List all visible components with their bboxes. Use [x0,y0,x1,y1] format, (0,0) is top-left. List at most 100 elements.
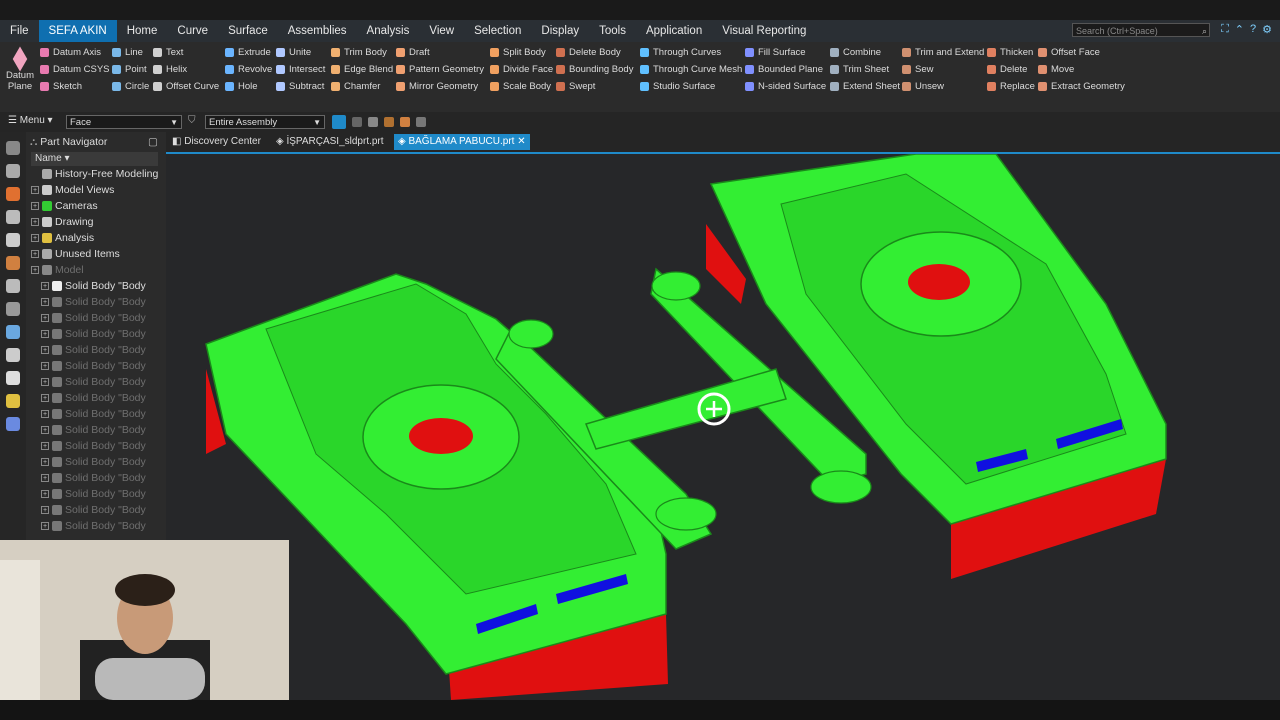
datum-axis-button[interactable]: Datum Axis [40,44,110,61]
expand-icon[interactable]: + [41,506,49,514]
expand-icon[interactable]: + [41,362,49,370]
expand-icon[interactable]: + [41,522,49,530]
solid-body-row[interactable]: + Solid Body "Body [31,502,166,518]
expand-icon[interactable]: + [41,474,49,482]
constraints-icon[interactable] [6,371,20,385]
expand-icon[interactable]: + [41,442,49,450]
solid-body-row[interactable]: + Solid Body "Body [31,278,166,294]
offset-curve-button[interactable]: Offset Curve [153,78,219,95]
split-body-button[interactable]: Split Body [490,44,553,61]
snap-toggle-icon[interactable] [332,115,346,129]
n-sided-surface-button[interactable]: N-sided Surface [745,78,826,95]
expand-icon[interactable]: + [31,202,39,210]
offset-face-button[interactable]: Offset Face [1038,44,1125,61]
helix-button[interactable]: Helix [153,61,219,78]
solid-body-row[interactable]: + Solid Body "Body [31,358,166,374]
filter-icon[interactable]: ⛉ [188,115,196,126]
scale-body-button[interactable]: Scale Body [490,78,553,95]
clock-icon[interactable] [6,348,20,362]
solid-body-row[interactable]: + Solid Body "Body [31,374,166,390]
history-icon[interactable] [6,233,20,247]
web-icon[interactable] [6,279,20,293]
roles-icon[interactable] [6,210,20,224]
fill-surface-button[interactable]: Fill Surface [745,44,826,61]
expand-icon[interactable]: + [41,282,49,290]
text-button[interactable]: Text [153,44,219,61]
expand-icon[interactable]: + [41,394,49,402]
bounding-body-button[interactable]: Bounding Body [556,61,633,78]
divide-face-button[interactable]: Divide Face [490,61,553,78]
help-icon[interactable]: ? [1250,23,1256,36]
menu-item-view[interactable]: View [419,20,464,42]
menu-item-curve[interactable]: Curve [167,20,218,42]
replace-button[interactable]: Replace [987,78,1035,95]
pattern-geometry-button[interactable]: Pattern Geometry [396,61,484,78]
select-all-icon[interactable] [400,117,410,127]
menu-item-visual-reporting[interactable]: Visual Reporting [712,20,816,42]
expand-icon[interactable]: + [41,346,49,354]
revolve-button[interactable]: Revolve [225,61,272,78]
point-button[interactable]: Point [112,61,149,78]
tree-node-unused-items[interactable]: + Unused Items [31,246,166,262]
menu-item-surface[interactable]: Surface [218,20,278,42]
solid-body-row[interactable]: + Solid Body "Body [31,406,166,422]
trim-body-button[interactable]: Trim Body [331,44,393,61]
solid-body-row[interactable]: + Solid Body "Body [31,422,166,438]
solid-body-row[interactable]: + Solid Body "Body [31,326,166,342]
through-curves-button[interactable]: Through Curves [640,44,742,61]
expand-icon[interactable]: + [41,298,49,306]
hole-button[interactable]: Hole [225,78,272,95]
delete-button[interactable]: Delete [987,61,1035,78]
tree-node-history-free-modeling[interactable]: +History-Free Modeling [31,166,166,182]
delete-body-button[interactable]: Delete Body [556,44,633,61]
browser-icon[interactable] [6,325,20,339]
edge-blend-button[interactable]: Edge Blend [331,61,393,78]
unite-button[interactable]: Unite [276,44,325,61]
menu-item-analysis[interactable]: Analysis [357,20,420,42]
expand-icon[interactable]: + [41,330,49,338]
expand-icon[interactable]: + [41,410,49,418]
fullscreen-icon[interactable]: ⛶ [1221,23,1229,36]
quick-pick-icon[interactable] [384,117,394,127]
menu-item-display[interactable]: Display [531,20,589,42]
menu-item-file[interactable]: File [0,20,39,42]
draft-button[interactable]: Draft [396,44,484,61]
solid-body-row[interactable]: + Solid Body "Body [31,294,166,310]
datum-csys-button[interactable]: Datum CSYS [40,61,110,78]
selection-scope-dropdown[interactable]: Entire Assembly ▼ [205,115,325,129]
extract-geometry-button[interactable]: Extract Geometry [1038,78,1125,95]
solid-body-row[interactable]: + Solid Body "Body [31,518,166,534]
settings-icon[interactable]: ⚙ [1262,23,1272,36]
extend-sheet-button[interactable]: Extend Sheet [830,78,900,95]
expand-icon[interactable]: + [31,218,39,226]
expand-icon[interactable]: + [41,378,49,386]
tab-isparcasi[interactable]: ◈ İŞPARÇASI_sldprt.prt [272,134,388,150]
subtract-button[interactable]: Subtract [276,78,325,95]
expand-icon[interactable]: + [31,234,39,242]
menu-item-tools[interactable]: Tools [589,20,636,42]
menu-item-sefa-akin[interactable]: SEFA AKIN [38,20,117,42]
expand-icon[interactable]: + [31,186,39,194]
command-search-input[interactable]: Search (Ctrl+Space) ⌕ [1072,23,1210,37]
expand-icon[interactable]: + [41,314,49,322]
thicken-button[interactable]: Thicken [987,44,1035,61]
bounded-plane-button[interactable]: Bounded Plane [745,61,826,78]
mirror-geometry-button[interactable]: Mirror Geometry [396,78,484,95]
tree-node-drawing[interactable]: + Drawing [31,214,166,230]
tree-node-model-views[interactable]: + Model Views [31,182,166,198]
graphics-window[interactable] [166,154,1280,700]
trim-and-extend-button[interactable]: Trim and Extend [902,44,984,61]
solid-body-row[interactable]: + Solid Body "Body [31,454,166,470]
menu-item-selection[interactable]: Selection [464,20,531,42]
expand-icon[interactable]: + [41,426,49,434]
reuse-icon[interactable] [6,256,20,270]
solid-body-row[interactable]: + Solid Body "Body [31,470,166,486]
menu-item-home[interactable]: Home [117,20,168,42]
unsew-button[interactable]: Unsew [902,78,984,95]
settings-icon[interactable] [6,141,20,155]
expand-icon[interactable]: + [41,458,49,466]
deselect-icon[interactable] [416,117,426,127]
line-button[interactable]: Line [112,44,149,61]
select-tool-icon[interactable] [352,117,362,127]
part-icon[interactable] [6,164,20,178]
